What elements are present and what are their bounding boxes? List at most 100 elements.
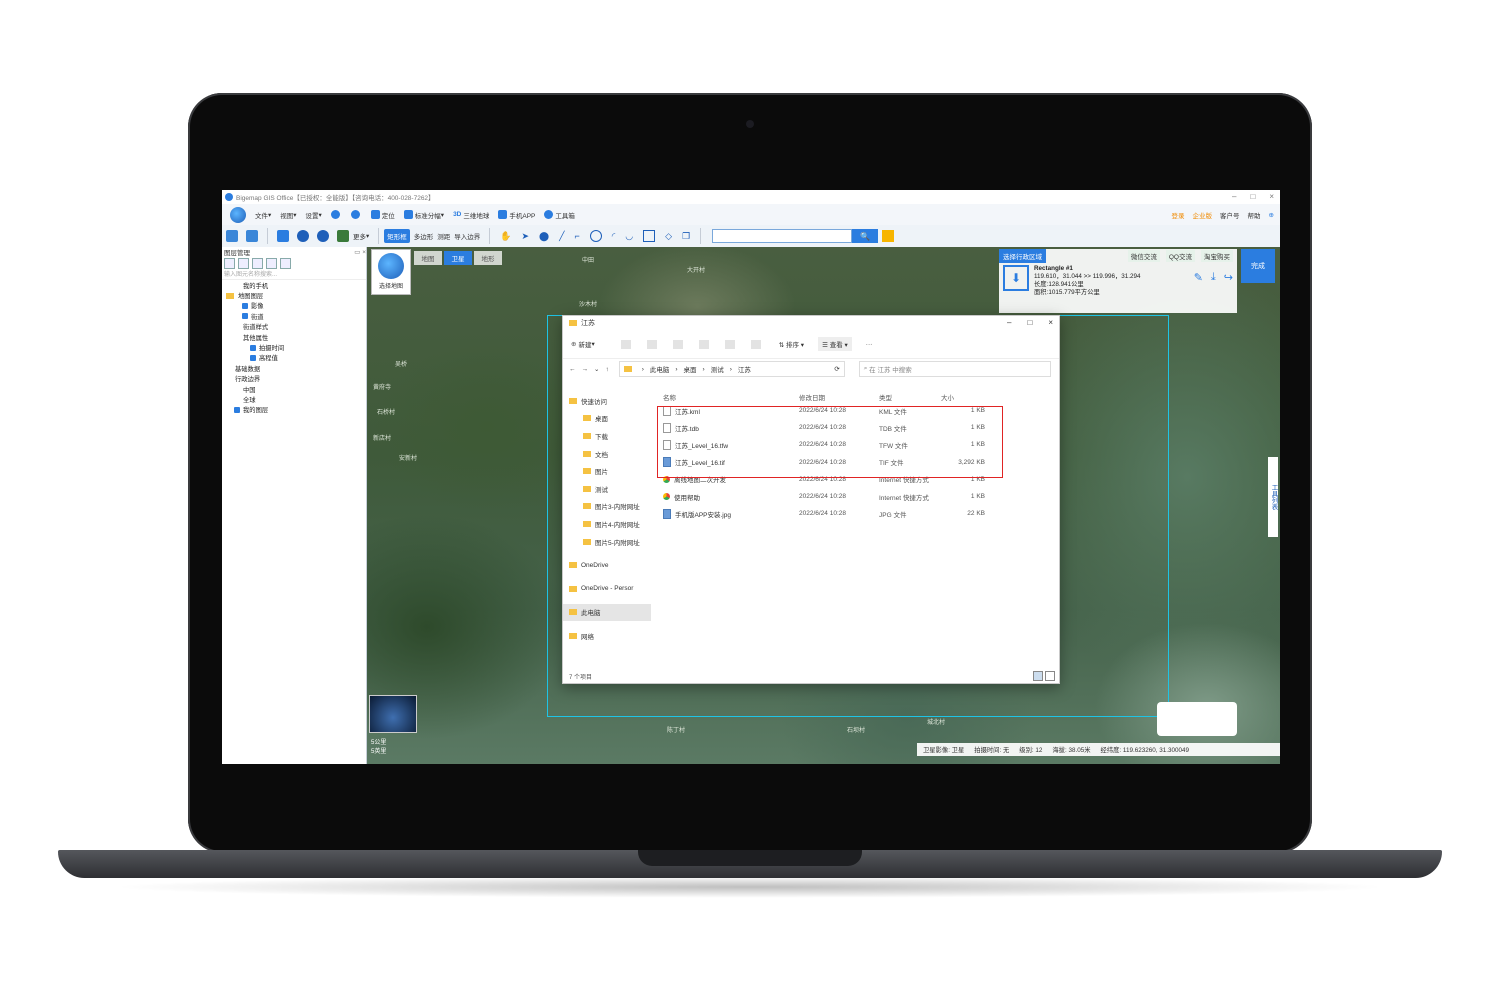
layer-tree-item[interactable]: 我的图层 xyxy=(222,405,366,415)
expander-icon[interactable] xyxy=(234,396,240,402)
checkbox-checked-icon[interactable] xyxy=(250,344,256,351)
download-data-icon[interactable]: ⤓ xyxy=(1211,271,1216,284)
place-search-input[interactable] xyxy=(712,229,853,243)
close-icon[interactable]: × xyxy=(1269,192,1274,201)
open-folder-icon[interactable] xyxy=(226,230,238,242)
layer-tree-item[interactable]: 中国 xyxy=(222,384,366,394)
mobile-app-button[interactable]: 手机APP xyxy=(498,210,535,220)
column-name[interactable]: 名称 xyxy=(655,392,799,402)
sidebar-item[interactable]: 图片4-内附网址 xyxy=(563,515,651,533)
zoom-out-button[interactable] xyxy=(350,210,362,219)
layer-search-input[interactable]: 输入图元名称搜索... xyxy=(222,269,366,280)
globe-alt-icon[interactable] xyxy=(317,230,329,242)
minimize-icon[interactable]: – xyxy=(1007,318,1011,327)
checkbox-checked-icon[interactable] xyxy=(242,302,248,309)
more-button[interactable]: 更多 ▾ xyxy=(353,231,369,241)
expander-icon[interactable] xyxy=(234,334,240,340)
layer-tree-item[interactable]: 我的手机 xyxy=(222,280,366,290)
share-icon[interactable]: ↪ xyxy=(1224,271,1233,284)
tab-terrain[interactable]: 地形 xyxy=(474,251,502,265)
delete-icon[interactable] xyxy=(750,339,761,349)
qq-link[interactable]: QQ交流 xyxy=(1165,250,1195,262)
paste-icon[interactable] xyxy=(672,339,683,349)
window-tool-icon[interactable]: ❐ xyxy=(682,231,690,242)
tool-list-tab[interactable]: 工具列表 xyxy=(1268,457,1278,537)
sidebar-item[interactable]: 网络 xyxy=(563,627,651,645)
copy-icon[interactable] xyxy=(646,339,657,349)
breadcrumb-item[interactable]: 此电脑 xyxy=(650,364,670,374)
taobao-link[interactable]: 淘宝购买 xyxy=(1201,250,1233,262)
select-region-tab[interactable]: 选择行政区域 xyxy=(999,249,1046,263)
sidebar-item[interactable]: 此电脑 xyxy=(563,603,651,622)
polygon-select-button[interactable]: 多边形 xyxy=(414,231,434,241)
pointer-icon[interactable]: ➤ xyxy=(521,231,529,242)
save-icon[interactable] xyxy=(246,230,258,242)
hand-icon[interactable]: ✋ xyxy=(500,231,511,242)
sidebar-item[interactable]: 下载 xyxy=(563,427,651,445)
measure-button[interactable]: 测距 xyxy=(437,231,450,241)
layer-tree-item[interactable]: 街道 xyxy=(222,311,366,321)
menu-file[interactable]: 文件 ▾ xyxy=(255,210,271,220)
expander-icon[interactable] xyxy=(234,386,240,392)
expand-icon[interactable] xyxy=(252,257,263,269)
sidebar-item[interactable]: 测试 xyxy=(563,480,651,498)
marker-icon[interactable]: ⬤ xyxy=(539,231,549,242)
search-button[interactable]: 🔍 xyxy=(852,229,879,243)
rename-icon[interactable] xyxy=(698,339,709,349)
line-icon[interactable]: ╱ xyxy=(559,231,564,242)
panel-pin-icon[interactable]: ▭ × xyxy=(354,248,366,256)
layer-tree-item[interactable]: 高程值 xyxy=(222,353,366,363)
globe-icon[interactable] xyxy=(297,230,309,242)
breadcrumb-item[interactable]: 桌面 xyxy=(684,364,697,374)
share-icon[interactable] xyxy=(724,339,735,349)
forward-icon[interactable]: → xyxy=(582,366,589,373)
maximize-icon[interactable]: □ xyxy=(1250,192,1255,201)
curve-tool-icon[interactable]: ◜ xyxy=(612,231,616,242)
menu-settings[interactable]: 设置 ▾ xyxy=(306,210,322,220)
menu-view[interactable]: 视图 ▾ xyxy=(280,210,296,220)
view-button[interactable]: ☰ 查看 ▾ xyxy=(818,337,852,351)
sidebar-item[interactable]: 文档 xyxy=(563,445,651,463)
erase-tool-icon[interactable]: ◇ xyxy=(665,231,672,242)
sidebar-item[interactable]: 桌面 xyxy=(563,410,651,428)
checkbox-checked-icon[interactable] xyxy=(250,354,256,361)
folder-icon[interactable] xyxy=(226,292,234,299)
thumbnail-view-icon[interactable] xyxy=(1045,671,1055,681)
refresh-icon[interactable]: ⟳ xyxy=(834,365,839,373)
folder-icon[interactable] xyxy=(224,257,235,269)
checkbox-checked-icon[interactable] xyxy=(234,406,240,413)
help-link[interactable]: 帮助 xyxy=(1248,210,1261,220)
explorer-search-input[interactable]: ⌕ 在 江苏 中搜索 xyxy=(858,361,1051,377)
sector-tool-icon[interactable]: ◡ xyxy=(625,231,633,242)
map-icon[interactable] xyxy=(337,230,349,242)
toolbox-button[interactable]: 工具箱 xyxy=(544,210,575,220)
download-icon[interactable]: ⬇ xyxy=(1003,265,1029,291)
layer-tree-item[interactable]: 基础数据 xyxy=(222,363,366,373)
search-layer-icon[interactable] xyxy=(280,257,291,269)
enterprise-link[interactable]: 企业版 xyxy=(1193,210,1213,220)
close-icon[interactable]: × xyxy=(1048,318,1053,327)
polyline-icon[interactable]: ⌐ xyxy=(575,231,580,241)
address-bar[interactable]: › 此电脑 › 桌面 › 测试 › 江苏 ⟳ xyxy=(618,361,845,377)
locate-target-icon[interactable]: ⊕ xyxy=(1269,211,1274,219)
expander-icon[interactable] xyxy=(226,365,232,371)
expander-icon[interactable] xyxy=(226,376,232,382)
layer-tree-item[interactable]: 地图图层 xyxy=(222,290,366,300)
layer-tree-item[interactable]: 街道样式 xyxy=(222,322,366,332)
zoom-in-button[interactable] xyxy=(330,210,342,219)
details-view-icon[interactable] xyxy=(1033,671,1043,681)
grid-button[interactable]: 标准分幅 ▾ xyxy=(403,210,444,220)
expander-icon[interactable] xyxy=(234,282,240,288)
column-size[interactable]: 大小 xyxy=(941,392,985,402)
save-layer-icon[interactable] xyxy=(238,257,249,269)
sidebar-item[interactable]: 图片3-内附网址 xyxy=(563,498,651,516)
sidebar-item[interactable]: 快速访问 xyxy=(563,392,651,410)
sort-button[interactable]: ⇅ 排序 ▾ xyxy=(779,339,804,349)
sidebar-item[interactable]: OneDrive xyxy=(563,556,651,574)
breadcrumb-item[interactable]: 江苏 xyxy=(738,364,751,374)
checkbox-checked-icon[interactable] xyxy=(242,313,248,320)
3d-earth-button[interactable]: 3D 三维地球 xyxy=(453,210,489,220)
expander-icon[interactable] xyxy=(234,324,240,330)
layer-tree-item[interactable]: 行政边界 xyxy=(222,374,366,384)
file-row[interactable]: 手机版APP安装.jpg 2022/6/24 10:28 JPG 文件 22 KB xyxy=(655,505,1055,522)
